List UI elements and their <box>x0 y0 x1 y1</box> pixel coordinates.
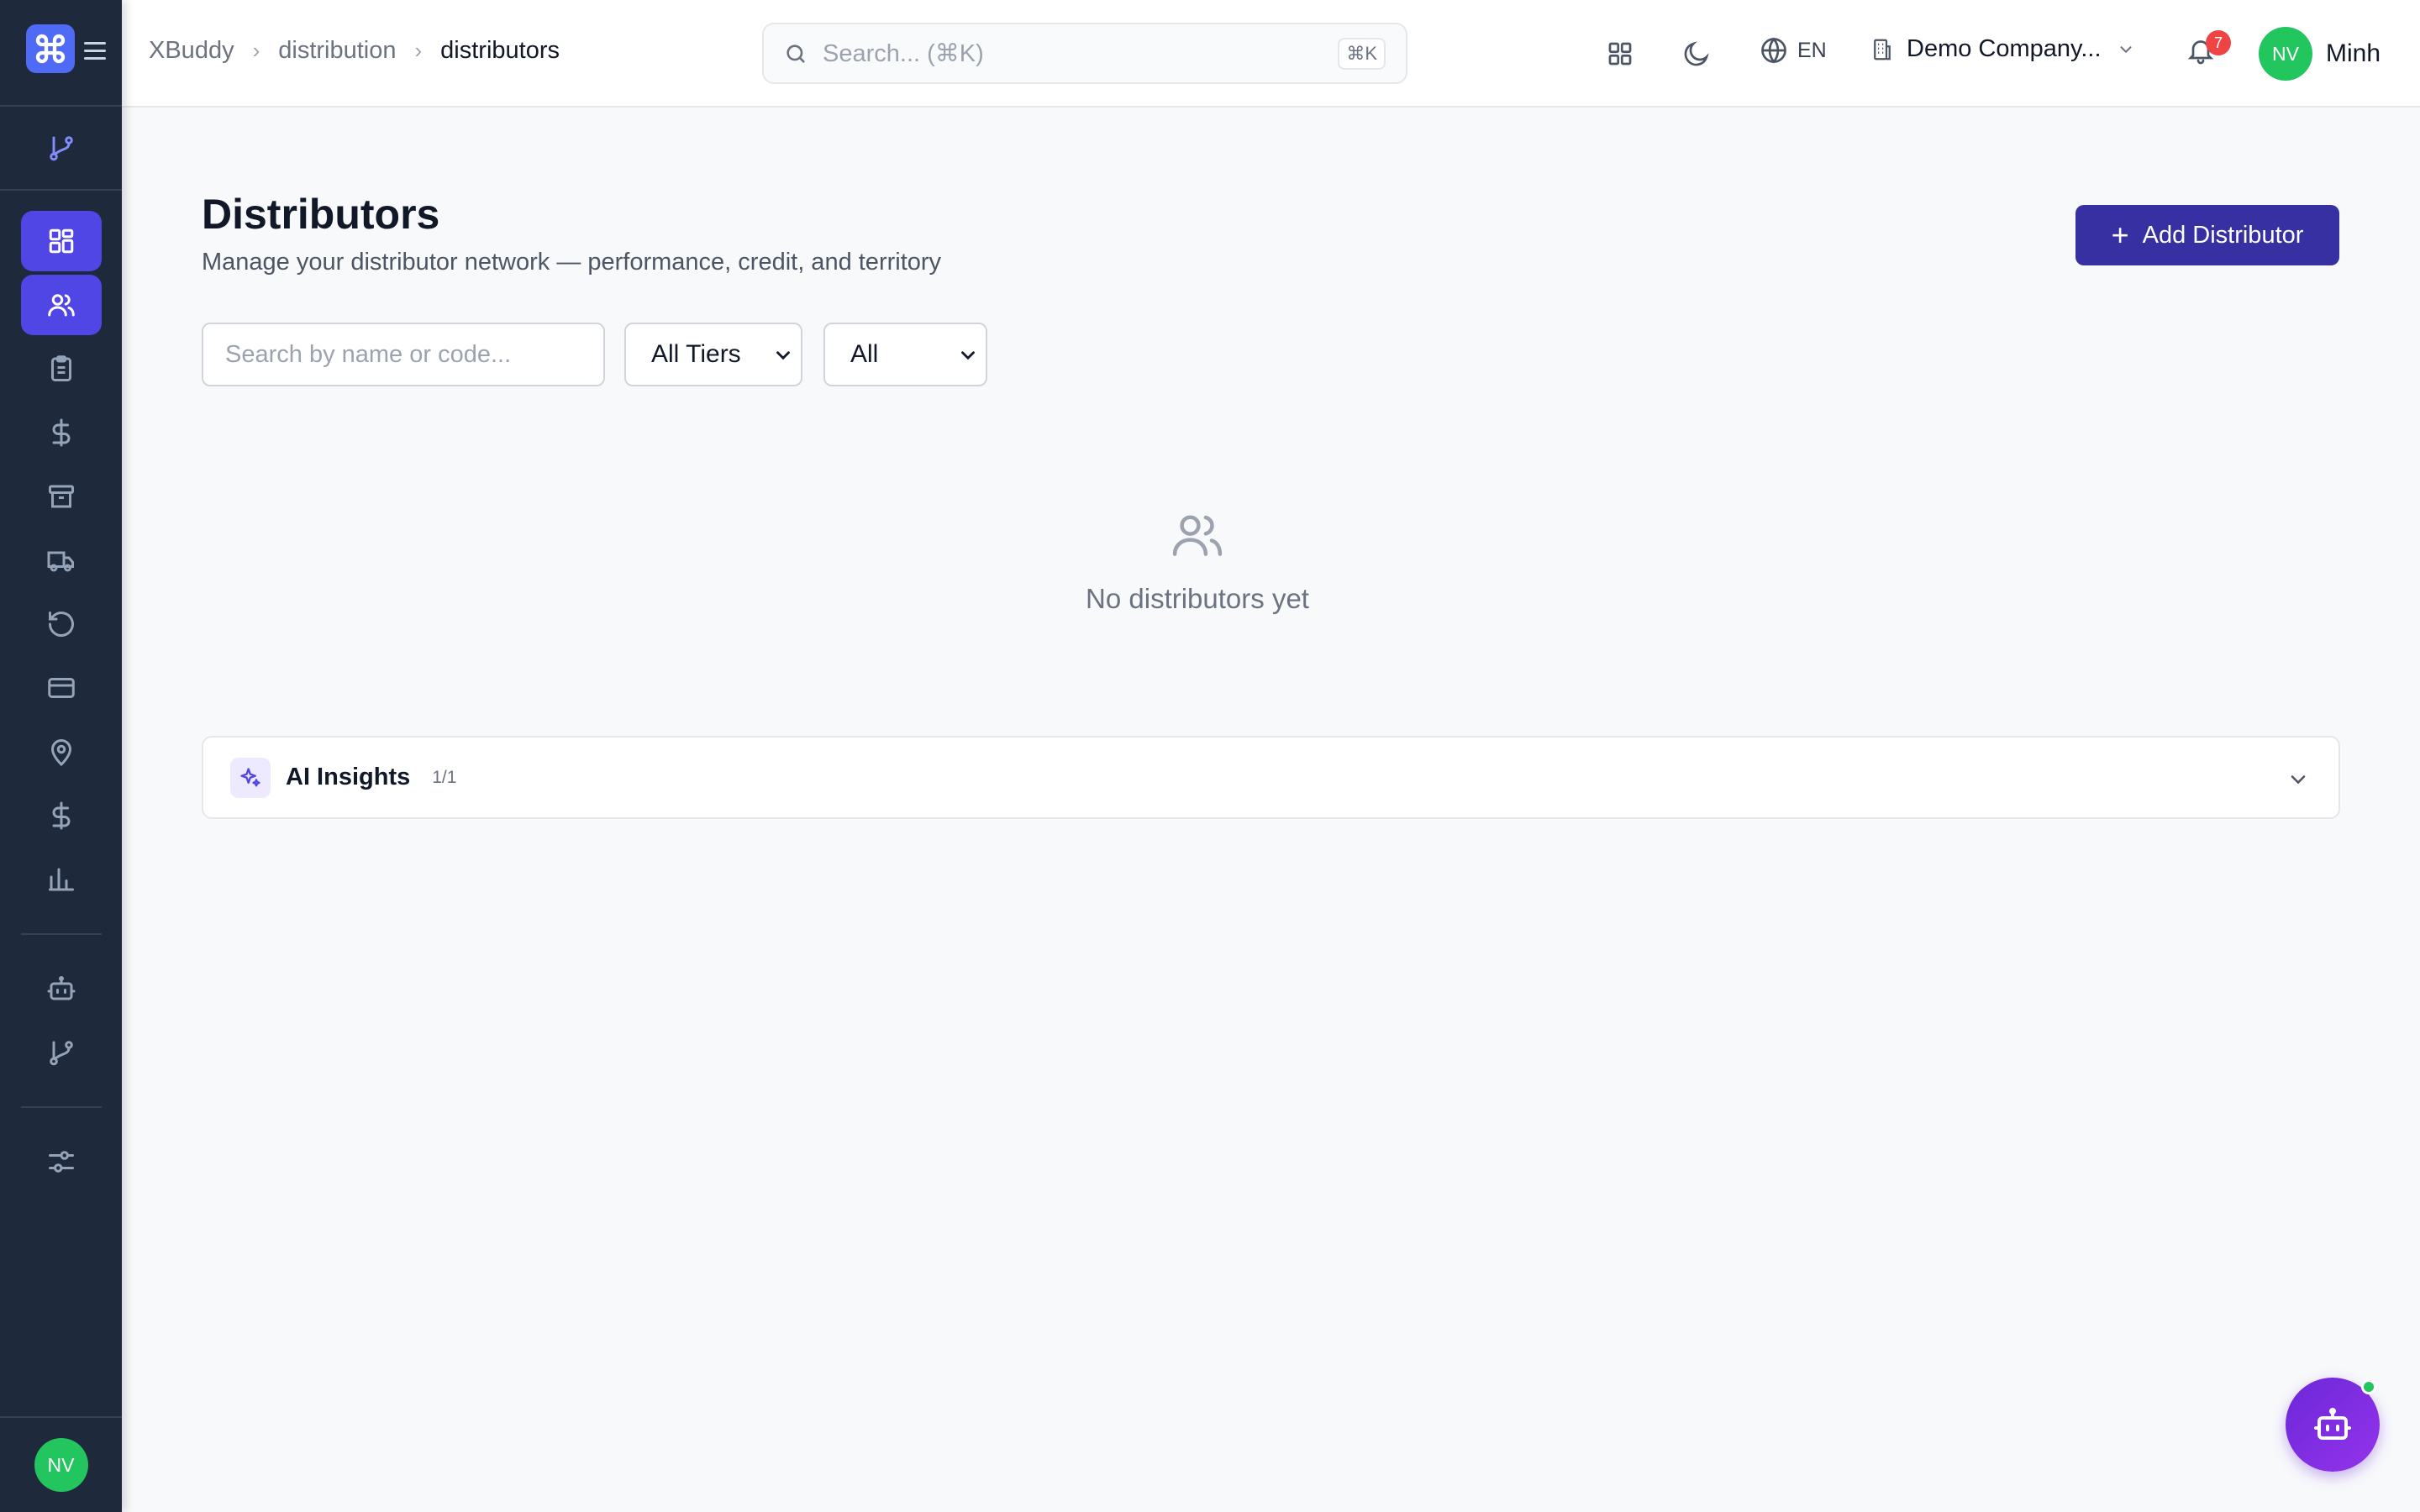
sidebar-item-ai-agent[interactable] <box>21 958 102 1019</box>
top-header: XBuddy › distribution › distributors Sea… <box>122 0 2420 108</box>
main-content: Distributors Manage your distributor net… <box>122 108 2420 1512</box>
online-status-dot <box>2361 1379 2376 1394</box>
search-icon <box>786 44 805 63</box>
dollar-icon <box>52 801 70 830</box>
add-distributor-label: Add Distributor <box>2142 221 2304 249</box>
sidebar-item-delivery[interactable] <box>21 530 102 591</box>
sliders-icon <box>48 1151 74 1173</box>
globe-icon <box>1761 37 1786 64</box>
page-title: Distributors <box>202 191 440 238</box>
chevron-right-icon: › <box>252 38 260 63</box>
tier-filter-value: All Tiers <box>651 340 741 368</box>
notifications-button[interactable]: 7 <box>2186 30 2231 72</box>
theme-toggle-button[interactable] <box>1678 35 1715 72</box>
search-shortcut-hint: ⌘K <box>1338 37 1386 70</box>
sidebar-divider <box>20 1106 102 1108</box>
git-branch-icon <box>49 136 73 161</box>
language-switcher[interactable]: EN <box>1759 35 1827 66</box>
page-subtitle: Manage your distributor network — perfor… <box>202 249 942 276</box>
chevron-right-icon: › <box>414 38 423 63</box>
ai-insights-title: AI Insights <box>286 764 411 790</box>
user-name: Minh <box>2326 39 2381 67</box>
sparkles-icon <box>230 757 271 798</box>
breadcrumb-item-current: distributors <box>440 37 560 64</box>
truck-icon <box>47 551 74 572</box>
sidebar-footer: NV <box>0 1416 122 1512</box>
archive-icon <box>48 485 74 508</box>
ai-insights-count: 1/1 <box>432 767 457 787</box>
chevron-down-icon <box>2120 45 2132 53</box>
sidebar-item-payments[interactable] <box>21 658 102 718</box>
sidebar-item-settings[interactable] <box>21 1131 102 1192</box>
company-name: Demo Company... <box>1907 35 2102 62</box>
refresh-icon <box>48 612 74 638</box>
distributor-search-input[interactable] <box>202 323 605 386</box>
search-placeholder: Search... (⌘K) <box>823 40 984 67</box>
ai-insights-panel[interactable]: AI Insights 1/1 <box>202 736 2340 819</box>
clipboard-icon <box>50 355 71 381</box>
credit-card-icon <box>47 678 75 698</box>
sidebar-header <box>0 0 122 107</box>
ai-assistant-button[interactable] <box>2286 1378 2380 1472</box>
avatar: NV <box>2259 27 2312 81</box>
chevron-down-icon <box>776 351 790 360</box>
status-filter-select[interactable]: All <box>823 323 987 386</box>
sidebar-item-inventory[interactable] <box>21 466 102 527</box>
users-icon <box>1172 515 1223 556</box>
empty-state-text: No distributors yet <box>1086 583 1309 614</box>
status-filter-value: All <box>850 340 879 368</box>
menu-toggle-icon[interactable] <box>84 42 106 60</box>
sidebar-item-workflows[interactable] <box>21 1022 102 1083</box>
bot-icon <box>2314 1408 2351 1440</box>
sidebar-item-pricing[interactable] <box>21 402 102 463</box>
empty-state: No distributors yet <box>1029 507 1365 615</box>
building-icon <box>1874 39 1891 60</box>
sidebar-item-returns[interactable] <box>21 594 102 654</box>
chevron-down-icon <box>961 351 975 360</box>
sidebar-item-orders[interactable] <box>21 339 102 399</box>
git-branch-icon <box>49 1041 73 1066</box>
sidebar-item-commissions[interactable] <box>21 785 102 846</box>
apps-grid-button[interactable] <box>1602 35 1639 72</box>
breadcrumb-item-distribution[interactable]: distribution <box>278 37 396 65</box>
breadcrumb-item-home[interactable]: XBuddy <box>149 37 234 65</box>
bot-icon <box>47 976 75 1000</box>
tier-filter-select[interactable]: All Tiers <box>624 323 802 386</box>
plus-icon: + <box>2111 218 2129 252</box>
map-pin-icon <box>50 739 71 767</box>
sidebar-avatar[interactable]: NV <box>34 1438 88 1492</box>
sidebar-item-workflow[interactable] <box>0 107 122 191</box>
sidebar-item-dashboard[interactable] <box>20 211 102 271</box>
language-label: EN <box>1797 38 1827 62</box>
add-distributor-button[interactable]: + Add Distributor <box>2075 205 2339 265</box>
notification-badge: 7 <box>2206 30 2231 55</box>
users-icon <box>47 294 75 317</box>
bar-chart-icon <box>48 868 74 891</box>
sidebar-item-territory[interactable] <box>21 722 102 782</box>
dashboard-icon <box>49 228 73 254</box>
sidebar-item-reports[interactable] <box>21 849 102 910</box>
user-menu[interactable]: NV Minh <box>2259 27 2381 81</box>
sidebar: NV <box>0 0 122 1512</box>
dollar-icon <box>52 418 70 447</box>
chevron-down-icon <box>2291 775 2306 785</box>
global-search-input[interactable]: Search... (⌘K) ⌘K <box>762 23 1407 84</box>
sidebar-nav <box>0 191 122 1192</box>
moon-icon <box>1684 41 1709 66</box>
breadcrumb: XBuddy › distribution › distributors <box>149 37 560 65</box>
grid-icon <box>1608 42 1632 66</box>
company-switcher[interactable]: Demo Company... <box>1870 35 2135 63</box>
sidebar-divider <box>20 933 102 935</box>
app-logo-icon[interactable] <box>26 24 75 73</box>
sidebar-item-distributors[interactable] <box>20 275 102 335</box>
